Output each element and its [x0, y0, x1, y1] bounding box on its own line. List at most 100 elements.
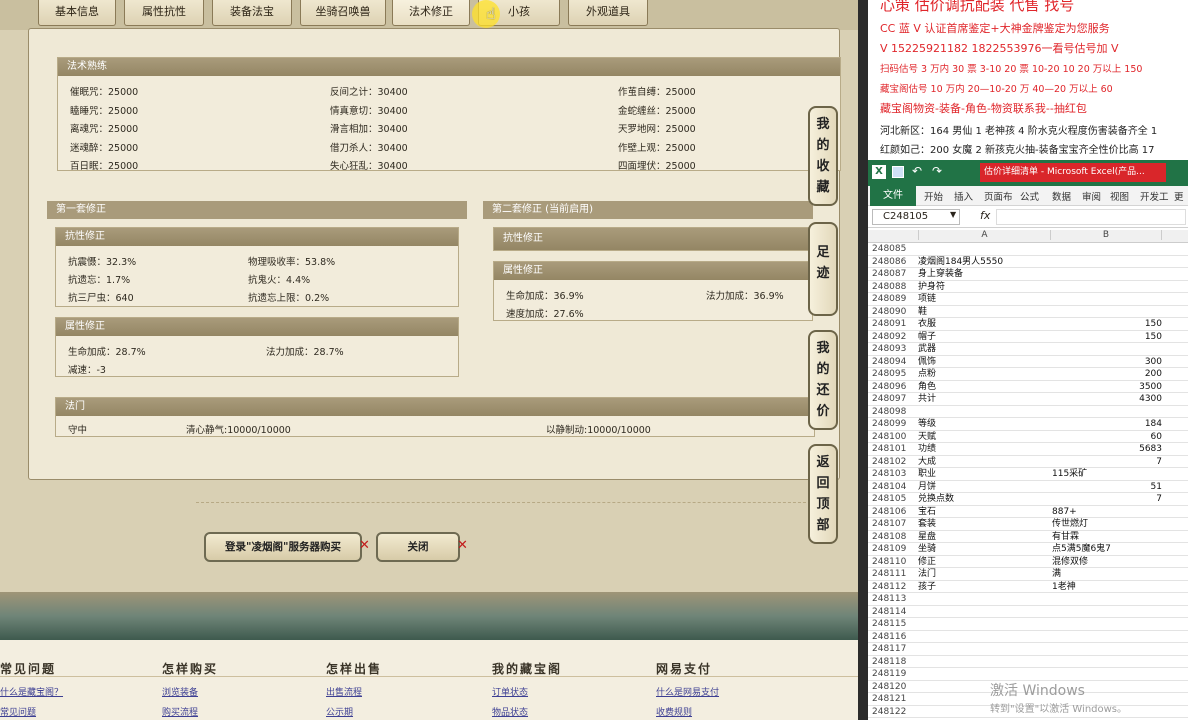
row-number[interactable]: 248097	[872, 393, 916, 405]
row-number[interactable]: 248115	[872, 618, 916, 630]
footer-link[interactable]: 物品状态	[492, 705, 528, 718]
ribbon-tab[interactable]: 开始	[924, 189, 943, 203]
cell-b[interactable]: 7	[1052, 493, 1162, 505]
row-number[interactable]: 248089	[872, 293, 916, 305]
cell-b[interactable]: 150	[1052, 331, 1162, 343]
cell-b[interactable]: 300	[1052, 356, 1162, 368]
row-number[interactable]: 248101	[872, 443, 916, 455]
row-number[interactable]: 248095	[872, 368, 916, 380]
cell-a[interactable]: 大成	[918, 456, 1050, 468]
footer-link[interactable]: 收费规则	[656, 705, 692, 718]
cell-a[interactable]: 天赋	[918, 431, 1050, 443]
footer-link[interactable]: 出售流程	[326, 685, 362, 698]
cell-a[interactable]: 武器	[918, 343, 1050, 355]
row-number[interactable]: 248117	[872, 643, 916, 655]
cell-b[interactable]: 传世燃灯	[1052, 518, 1162, 530]
footer-link[interactable]: 公示期	[326, 705, 353, 718]
row-number[interactable]: 248108	[872, 531, 916, 543]
buy-button[interactable]: 登录"凌烟阁"服务器购买	[204, 532, 362, 562]
cell-b[interactable]: 60	[1052, 431, 1162, 443]
cell-a[interactable]: 职业	[918, 468, 1050, 480]
cell-a[interactable]: 修正	[918, 556, 1050, 568]
row-number[interactable]: 248096	[872, 381, 916, 393]
row-number[interactable]: 248085	[872, 243, 916, 255]
ribbon-tab-file[interactable]: 文件	[870, 186, 916, 206]
cell-a[interactable]: 孩子	[918, 581, 1050, 593]
row-number[interactable]: 248109	[872, 543, 916, 555]
column-header-a[interactable]: A	[918, 230, 1050, 240]
ribbon-tab[interactable]: 开发工	[1140, 189, 1169, 203]
row-number[interactable]: 248100	[872, 431, 916, 443]
row-number[interactable]: 248114	[872, 606, 916, 618]
cell-a[interactable]: 鞋	[918, 306, 1050, 318]
cell-b[interactable]: 点5满5魔6鬼7	[1052, 543, 1162, 555]
footer-link[interactable]: 订单状态	[492, 685, 528, 698]
cell-a[interactable]: 衣服	[918, 318, 1050, 330]
column-header-b[interactable]: B	[1050, 230, 1162, 240]
cell-b[interactable]: 混修双修	[1052, 556, 1162, 568]
row-number[interactable]: 248121	[872, 693, 916, 705]
row-number[interactable]: 248092	[872, 331, 916, 343]
cell-a[interactable]: 凌烟阁184男人5550	[918, 256, 1050, 268]
ribbon-tab[interactable]: 页面布	[984, 189, 1013, 203]
row-number[interactable]: 248113	[872, 593, 916, 605]
close-button[interactable]: 关闭	[376, 532, 460, 562]
cell-b[interactable]: 满	[1052, 568, 1162, 580]
tab-basic-info[interactable]: 基本信息	[38, 0, 116, 26]
row-number[interactable]: 248105	[872, 493, 916, 505]
cell-b[interactable]: 150	[1052, 318, 1162, 330]
redo-icon[interactable]: ↷	[932, 164, 942, 178]
row-number[interactable]: 248087	[872, 268, 916, 280]
row-number[interactable]: 248106	[872, 506, 916, 518]
row-number[interactable]: 248102	[872, 456, 916, 468]
cell-b[interactable]: 3500	[1052, 381, 1162, 393]
fx-icon[interactable]: fx	[980, 209, 990, 222]
cell-a[interactable]: 共计	[918, 393, 1050, 405]
cell-a[interactable]: 护身符	[918, 281, 1050, 293]
row-number[interactable]: 248086	[872, 256, 916, 268]
cell-a[interactable]: 兑换点数	[918, 493, 1050, 505]
footer-link[interactable]: 常见问题	[0, 705, 36, 718]
ribbon-tab[interactable]: 审阅	[1082, 189, 1101, 203]
row-number[interactable]: 248088	[872, 281, 916, 293]
cell-a[interactable]: 帽子	[918, 331, 1050, 343]
cell-a[interactable]: 身上穿装备	[918, 268, 1050, 280]
my-bargain-button[interactable]: 我的还价	[808, 330, 838, 430]
cell-a[interactable]: 月饼	[918, 481, 1050, 493]
cell-a[interactable]: 星盘	[918, 531, 1050, 543]
cell-a[interactable]: 项链	[918, 293, 1050, 305]
cell-a[interactable]: 等级	[918, 418, 1050, 430]
dropdown-icon[interactable]: ▼	[950, 210, 956, 219]
footer-link[interactable]: 什么是网易支付	[656, 685, 719, 698]
my-favorites-button[interactable]: 我的收藏	[808, 106, 838, 206]
spreadsheet-grid[interactable]: 248085 248086 凌烟阁184男人5550 248087 身上穿装备 24808…	[868, 243, 1188, 720]
row-number[interactable]: 248104	[872, 481, 916, 493]
row-number[interactable]: 248103	[872, 468, 916, 480]
formula-input[interactable]	[996, 209, 1186, 225]
cell-b[interactable]: 200	[1052, 368, 1162, 380]
ribbon-tab[interactable]: 公式	[1020, 189, 1039, 203]
row-number[interactable]: 248099	[872, 418, 916, 430]
cell-b[interactable]: 有甘霖	[1052, 531, 1162, 543]
row-number[interactable]: 248090	[872, 306, 916, 318]
cell-a[interactable]: 宝石	[918, 506, 1050, 518]
footer-link[interactable]: 什么是藏宝阁？	[0, 685, 63, 698]
ribbon-tab[interactable]: 插入	[954, 189, 973, 203]
footer-link[interactable]: 购买流程	[162, 705, 198, 718]
cell-a[interactable]: 佩饰	[918, 356, 1050, 368]
cell-a[interactable]: 角色	[918, 381, 1050, 393]
cell-b[interactable]: 887+	[1052, 506, 1162, 518]
row-number[interactable]: 248118	[872, 656, 916, 668]
tab-equipment[interactable]: 装备法宝	[212, 0, 292, 26]
cell-b[interactable]: 184	[1052, 418, 1162, 430]
row-number[interactable]: 248116	[872, 631, 916, 643]
row-number[interactable]: 248107	[872, 518, 916, 530]
row-number[interactable]: 248122	[872, 706, 916, 718]
cell-a[interactable]: 坐骑	[918, 543, 1050, 555]
save-icon[interactable]	[892, 166, 904, 178]
back-to-top-button[interactable]: 返回顶部	[808, 444, 838, 544]
row-number[interactable]: 248098	[872, 406, 916, 418]
row-number[interactable]: 248111	[872, 568, 916, 580]
cell-b[interactable]: 1老神	[1052, 581, 1162, 593]
cell-a[interactable]: 套装	[918, 518, 1050, 530]
